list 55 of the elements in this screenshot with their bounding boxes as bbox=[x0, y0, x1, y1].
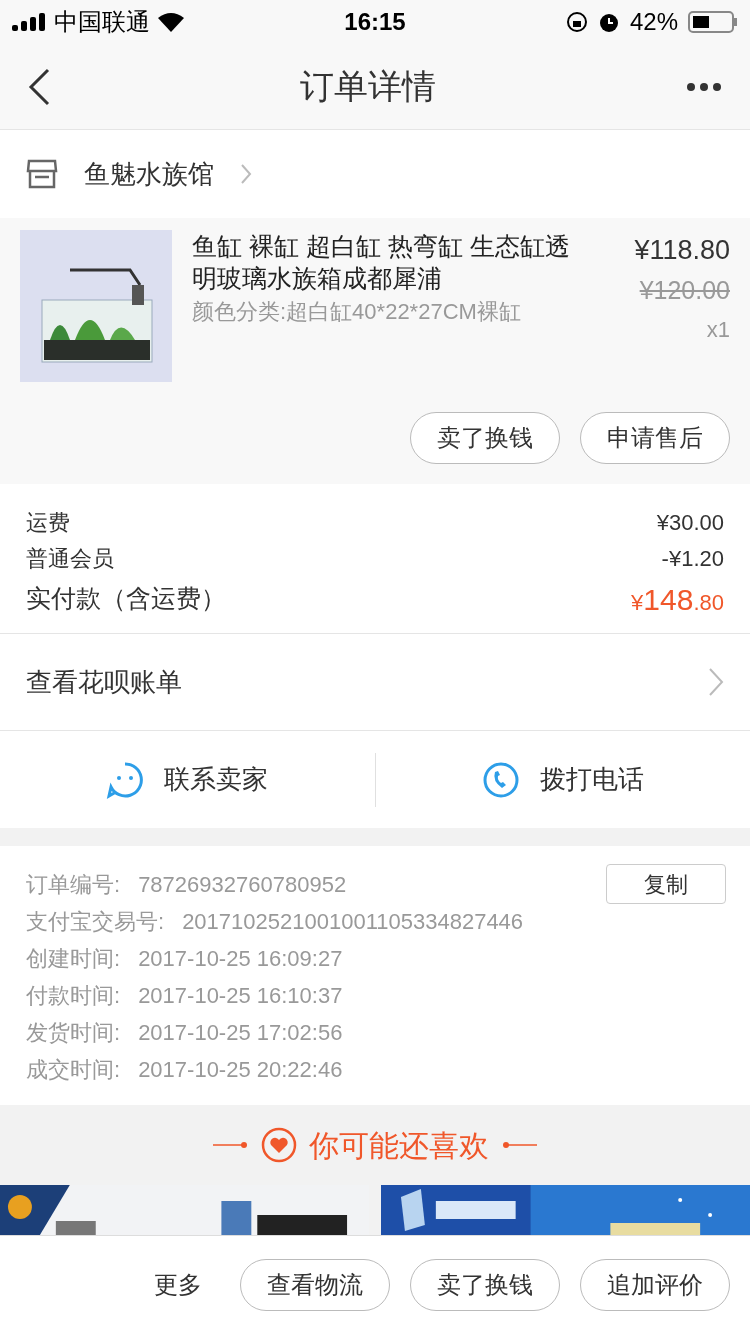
more-link[interactable]: 更多 bbox=[154, 1267, 202, 1303]
huabei-row[interactable]: 查看花呗账单 bbox=[0, 634, 750, 731]
info-label: 成交时间: bbox=[26, 1056, 121, 1084]
divider-dot-icon bbox=[213, 1141, 249, 1149]
store-icon bbox=[26, 159, 58, 189]
pill-button[interactable]: 卖了换钱 bbox=[410, 1259, 560, 1311]
chat-face-icon bbox=[106, 760, 145, 799]
info-label: 订单编号: bbox=[26, 871, 121, 899]
product-sku: 颜色分类:超白缸40*22*27CM裸缸 bbox=[192, 298, 522, 326]
back-icon[interactable] bbox=[28, 67, 50, 106]
huabei-label: 查看花呗账单 bbox=[26, 665, 182, 699]
divider-dot-icon bbox=[501, 1141, 537, 1149]
battery-percent: 42% bbox=[629, 7, 678, 37]
copy-button[interactable]: 复制 bbox=[606, 864, 726, 904]
contact-button[interactable]: 联系卖家 bbox=[0, 760, 375, 799]
wifi-icon bbox=[158, 12, 184, 32]
product-title[interactable]: 鱼缸 裸缸 超白缸 热弯缸 生态缸透明玻璃水族箱成都犀浦 bbox=[192, 230, 590, 294]
fee-value: ¥30.00 bbox=[656, 508, 724, 537]
pill-button[interactable]: 查看物流 bbox=[240, 1259, 390, 1311]
fee-value: -¥1.20 bbox=[661, 544, 724, 573]
phone-icon bbox=[481, 760, 520, 799]
carrier-name: 中国联通 bbox=[54, 7, 150, 37]
info-value: 2017102521001001105334827446 bbox=[182, 908, 524, 936]
signal-icon bbox=[12, 13, 46, 31]
total-amount: ¥148.80 bbox=[631, 581, 724, 618]
chevron-icon bbox=[708, 667, 724, 697]
product-price: ¥118.80 bbox=[634, 234, 730, 267]
info-value: 78726932760780952 bbox=[138, 871, 347, 899]
shop-row[interactable]: 鱼魅水族馆 bbox=[0, 130, 750, 218]
shop-name: 鱼魅水族馆 bbox=[84, 157, 214, 191]
clock-time: 16:15 bbox=[344, 7, 406, 37]
contact-button[interactable]: 拨打电话 bbox=[375, 760, 750, 799]
pill-button[interactable]: 追加评价 bbox=[580, 1259, 730, 1311]
info-value: 2017-10-25 16:10:37 bbox=[138, 982, 343, 1010]
info-label: 付款时间: bbox=[26, 982, 121, 1010]
pill-button[interactable]: 申请售后 bbox=[580, 412, 730, 464]
info-label: 发货时间: bbox=[26, 1019, 121, 1047]
recommend-title: 你可能还喜欢 bbox=[309, 1127, 489, 1164]
total-label: 实付款（含运费） bbox=[26, 583, 226, 615]
info-value: 2017-10-25 20:22:46 bbox=[138, 1056, 343, 1084]
pill-button[interactable]: 卖了换钱 bbox=[410, 412, 560, 464]
info-label: 支付宝交易号: bbox=[26, 908, 165, 936]
fee-label: 普通会员 bbox=[26, 544, 114, 573]
more-icon[interactable] bbox=[686, 81, 722, 92]
info-label: 创建时间: bbox=[26, 945, 121, 973]
chevron-icon bbox=[240, 163, 252, 185]
page-title: 订单详情 bbox=[299, 66, 437, 107]
rotation-lock-icon bbox=[565, 11, 588, 33]
info-value: 2017-10-25 16:09:27 bbox=[138, 945, 343, 973]
battery-icon bbox=[688, 11, 738, 33]
alarm-icon bbox=[597, 11, 620, 33]
info-value: 2017-10-25 17:02:56 bbox=[138, 1019, 343, 1047]
fee-label: 运费 bbox=[26, 508, 70, 537]
quantity: x1 bbox=[706, 316, 730, 344]
original-price: ¥120.00 bbox=[639, 275, 730, 306]
